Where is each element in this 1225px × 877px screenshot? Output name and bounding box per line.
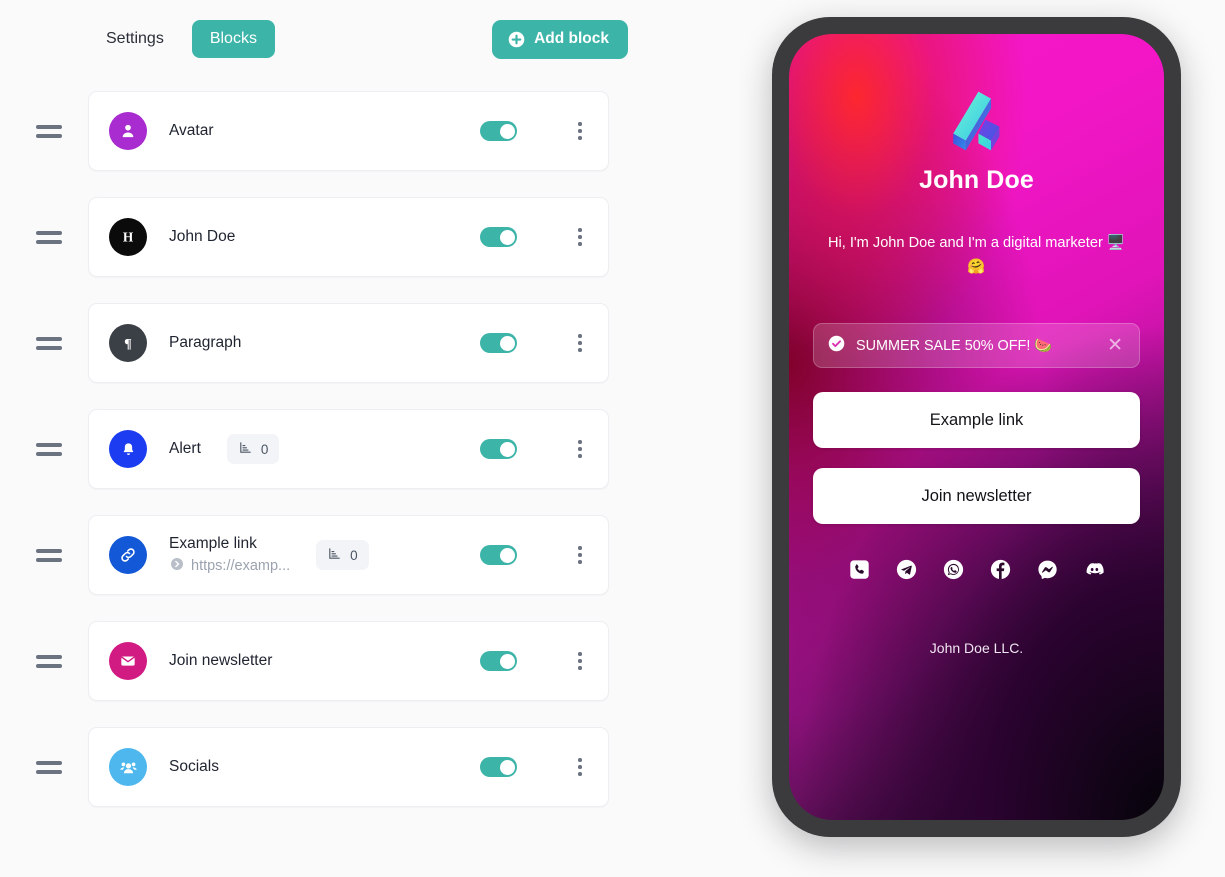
block-title: John Doe (169, 228, 236, 246)
drag-handle[interactable] (0, 654, 88, 668)
block-card[interactable]: Alert 0 (88, 409, 609, 489)
drag-handle[interactable] (0, 336, 88, 350)
block-text: Avatar (169, 121, 214, 140)
editor-toolbar: Settings Blocks Add block (0, 0, 700, 78)
block-stat-badge[interactable]: 0 (316, 540, 369, 570)
block-title: Avatar (169, 122, 214, 140)
close-icon[interactable]: ✕ (1105, 336, 1125, 355)
block-card[interactable]: ¶ Paragraph (88, 303, 609, 383)
arrow-circle-icon (169, 556, 185, 576)
block-row: Avatar (0, 78, 700, 184)
block-text: Paragraph (169, 333, 241, 352)
block-enable-toggle[interactable] (480, 333, 517, 353)
blocks-editor-panel: Settings Blocks Add block Avatar H John Do… (0, 0, 700, 877)
plus-circle-icon (508, 31, 525, 48)
block-enable-toggle[interactable] (480, 757, 517, 777)
stats-icon (238, 440, 253, 458)
block-enable-toggle[interactable] (480, 439, 517, 459)
drag-handle[interactable] (0, 760, 88, 774)
block-text: Example link https://examp... (169, 534, 290, 576)
editor-tabs: Settings Blocks (88, 20, 275, 58)
preview-alert-text: SUMMER SALE 50% OFF! 🍉 (856, 338, 1053, 355)
preview-link-button-1[interactable]: Example link (813, 392, 1140, 449)
block-title: Alert (169, 440, 201, 458)
block-more-menu-icon[interactable] (569, 649, 591, 673)
block-subtitle: https://examp... (191, 558, 291, 575)
avatar-icon (109, 112, 147, 150)
add-block-label: Add block (534, 30, 609, 48)
link-icon (109, 536, 147, 574)
block-enable-toggle[interactable] (480, 227, 517, 247)
preview-link-button-2[interactable]: Join newsletter (813, 468, 1140, 525)
preview-social-links (813, 559, 1140, 580)
block-card[interactable]: Avatar (88, 91, 609, 171)
block-title: Example link (169, 534, 257, 552)
preview-alert-banner: SUMMER SALE 50% OFF! 🍉 ✕ (813, 323, 1140, 369)
envelope-icon (109, 642, 147, 680)
brand-logo-icon (942, 86, 1012, 156)
paragraph-icon: ¶ (109, 324, 147, 362)
block-stat-value: 0 (350, 547, 358, 563)
drag-handle[interactable] (0, 548, 88, 562)
svg-text:¶: ¶ (124, 336, 132, 352)
bell-icon (109, 430, 147, 468)
block-subtitle-wrap: https://examp... (169, 556, 290, 576)
stats-icon (327, 546, 342, 564)
block-enable-toggle[interactable] (480, 545, 517, 565)
block-list: Avatar H John Doe ¶ Paragraph Alert 0 Example l… (0, 78, 700, 820)
block-row: H John Doe (0, 184, 700, 290)
block-row: ¶ Paragraph (0, 290, 700, 396)
block-card[interactable]: Example link https://examp... 0 (88, 515, 609, 595)
block-card[interactable]: Join newsletter (88, 621, 609, 701)
block-title: Join newsletter (169, 652, 273, 670)
phone-screen: John Doe Hi, I'm John Doe and I'm a digi… (789, 34, 1164, 820)
preview-bio: Hi, I'm John Doe and I'm a digital marke… (827, 235, 1126, 275)
block-enable-toggle[interactable] (480, 651, 517, 671)
block-enable-toggle[interactable] (480, 121, 517, 141)
discord-icon[interactable] (1084, 559, 1105, 580)
drag-handle[interactable] (0, 124, 88, 138)
block-more-menu-icon[interactable] (569, 225, 591, 249)
block-more-menu-icon[interactable] (569, 119, 591, 143)
add-block-button[interactable]: Add block (492, 19, 628, 59)
messenger-icon[interactable] (1037, 559, 1058, 580)
block-row: Alert 0 (0, 396, 700, 502)
block-more-menu-icon[interactable] (569, 331, 591, 355)
drag-handle[interactable] (0, 230, 88, 244)
phone-frame: John Doe Hi, I'm John Doe and I'm a digi… (772, 17, 1181, 837)
block-more-menu-icon[interactable] (569, 755, 591, 779)
whatsapp-icon[interactable] (943, 559, 964, 580)
people-icon (109, 748, 147, 786)
drag-handle[interactable] (0, 442, 88, 456)
telegram-icon[interactable] (896, 559, 917, 580)
block-row: Example link https://examp... 0 (0, 502, 700, 608)
block-stat-value: 0 (260, 441, 269, 457)
block-title: Socials (169, 758, 219, 776)
phone-preview: John Doe Hi, I'm John Doe and I'm a digi… (772, 17, 1181, 837)
preview-profile-name: John Doe (919, 166, 1034, 194)
svg-text:H: H (123, 230, 134, 245)
block-card[interactable]: H John Doe (88, 197, 609, 277)
block-card[interactable]: Socials (88, 727, 609, 807)
facebook-icon[interactable] (990, 559, 1011, 580)
block-more-menu-icon[interactable] (569, 437, 591, 461)
phone-icon[interactable] (849, 559, 870, 580)
check-circle-icon (828, 335, 845, 357)
block-row: Join newsletter (0, 608, 700, 714)
tab-blocks[interactable]: Blocks (191, 20, 275, 58)
block-text: Socials (169, 757, 219, 776)
block-stat-badge[interactable]: 0 (226, 434, 280, 464)
block-row: Socials (0, 714, 700, 820)
tab-settings[interactable]: Settings (88, 20, 182, 58)
preview-footer-text: John Doe LLC. (929, 640, 1024, 657)
block-text: John Doe (169, 227, 235, 246)
heading-icon: H (109, 218, 147, 256)
block-more-menu-icon[interactable] (569, 543, 591, 567)
block-text: Join newsletter (169, 651, 272, 670)
block-title: Paragraph (169, 334, 242, 352)
page-editor-app: Settings Blocks Add block Avatar H John Do… (0, 0, 1225, 877)
block-text: Alert (169, 439, 201, 458)
